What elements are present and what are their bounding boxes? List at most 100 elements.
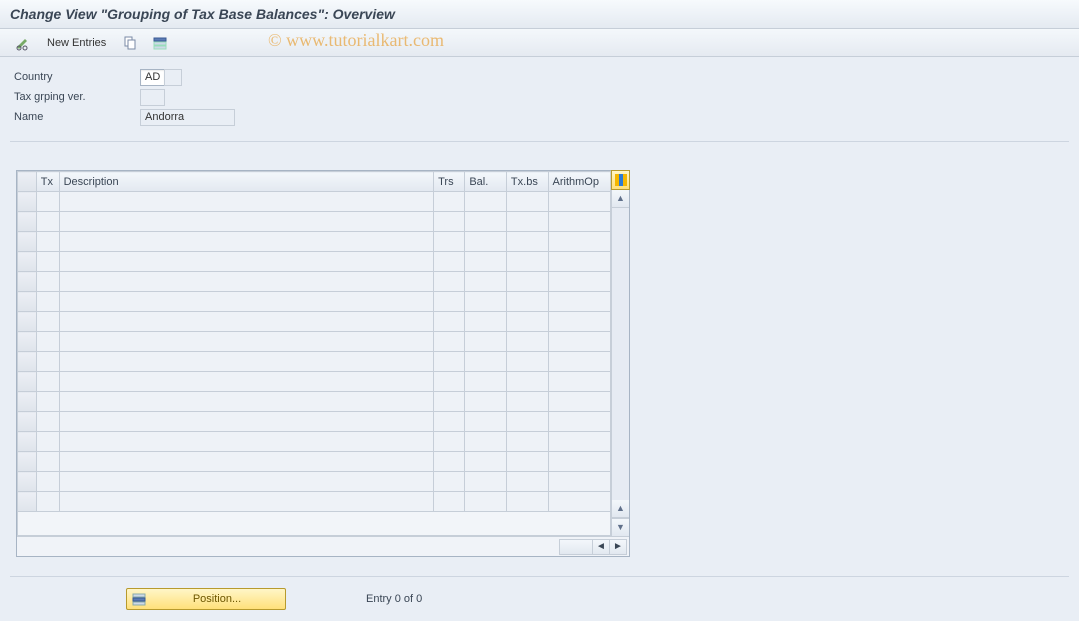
cell[interactable] bbox=[548, 452, 610, 472]
row-selector[interactable] bbox=[18, 232, 37, 252]
cell[interactable] bbox=[434, 192, 465, 212]
horizontal-scrollbar[interactable] bbox=[559, 539, 593, 555]
cell[interactable] bbox=[465, 312, 507, 332]
cell[interactable] bbox=[36, 272, 59, 292]
row-selector[interactable] bbox=[18, 412, 37, 432]
cell[interactable] bbox=[59, 392, 434, 412]
scroll-down-button[interactable]: ▼ bbox=[612, 518, 629, 536]
cell[interactable] bbox=[434, 252, 465, 272]
cell[interactable] bbox=[506, 432, 548, 452]
cell[interactable] bbox=[434, 492, 465, 512]
cell[interactable] bbox=[548, 292, 610, 312]
cell[interactable] bbox=[465, 192, 507, 212]
cell[interactable] bbox=[548, 232, 610, 252]
cell[interactable] bbox=[59, 292, 434, 312]
row-selector[interactable] bbox=[18, 452, 37, 472]
position-button[interactable]: Position... bbox=[126, 588, 286, 610]
cell[interactable] bbox=[36, 392, 59, 412]
row-selector[interactable] bbox=[18, 252, 37, 272]
cell[interactable] bbox=[465, 272, 507, 292]
cell[interactable] bbox=[36, 332, 59, 352]
row-selector[interactable] bbox=[18, 372, 37, 392]
cell[interactable] bbox=[465, 472, 507, 492]
col-description[interactable]: Description bbox=[59, 172, 434, 192]
cell[interactable] bbox=[506, 352, 548, 372]
cell[interactable] bbox=[465, 452, 507, 472]
row-selector[interactable] bbox=[18, 212, 37, 232]
row-selector[interactable] bbox=[18, 432, 37, 452]
col-txbs[interactable]: Tx.bs bbox=[506, 172, 548, 192]
cell[interactable] bbox=[36, 372, 59, 392]
cell[interactable] bbox=[506, 232, 548, 252]
country-search-help[interactable] bbox=[164, 69, 182, 86]
cell[interactable] bbox=[59, 232, 434, 252]
row-selector[interactable] bbox=[18, 292, 37, 312]
cell[interactable] bbox=[506, 292, 548, 312]
scroll-up-button[interactable]: ▲ bbox=[612, 190, 629, 208]
cell[interactable] bbox=[59, 332, 434, 352]
cell[interactable] bbox=[548, 472, 610, 492]
cell[interactable] bbox=[506, 372, 548, 392]
row-selector[interactable] bbox=[18, 472, 37, 492]
cell[interactable] bbox=[36, 212, 59, 232]
cell[interactable] bbox=[465, 392, 507, 412]
cell[interactable] bbox=[434, 472, 465, 492]
cell[interactable] bbox=[506, 452, 548, 472]
cell[interactable] bbox=[465, 352, 507, 372]
cell[interactable] bbox=[36, 472, 59, 492]
country-field[interactable]: AD bbox=[140, 69, 165, 86]
cell[interactable] bbox=[506, 412, 548, 432]
cell[interactable] bbox=[59, 492, 434, 512]
cell[interactable] bbox=[434, 272, 465, 292]
cell[interactable] bbox=[59, 272, 434, 292]
cell[interactable] bbox=[506, 392, 548, 412]
cell[interactable] bbox=[36, 412, 59, 432]
col-bal[interactable]: Bal. bbox=[465, 172, 507, 192]
cell[interactable] bbox=[548, 272, 610, 292]
scroll-up2-button[interactable]: ▲ bbox=[612, 500, 629, 518]
row-selector[interactable] bbox=[18, 312, 37, 332]
cell[interactable] bbox=[465, 252, 507, 272]
cell[interactable] bbox=[59, 432, 434, 452]
cell[interactable] bbox=[434, 312, 465, 332]
vertical-scrollbar[interactable] bbox=[612, 208, 629, 500]
cell[interactable] bbox=[548, 352, 610, 372]
cell[interactable] bbox=[434, 432, 465, 452]
cell[interactable] bbox=[548, 392, 610, 412]
cell[interactable] bbox=[548, 432, 610, 452]
cell[interactable] bbox=[36, 292, 59, 312]
cell[interactable] bbox=[506, 472, 548, 492]
cell[interactable] bbox=[434, 292, 465, 312]
copy-as-button[interactable] bbox=[117, 33, 143, 53]
col-trs[interactable]: Trs bbox=[434, 172, 465, 192]
cell[interactable] bbox=[548, 212, 610, 232]
delete-button[interactable] bbox=[147, 33, 173, 53]
cell[interactable] bbox=[36, 232, 59, 252]
cell[interactable] bbox=[59, 192, 434, 212]
row-selector[interactable] bbox=[18, 332, 37, 352]
row-selector[interactable] bbox=[18, 272, 37, 292]
cell[interactable] bbox=[465, 232, 507, 252]
cell[interactable] bbox=[434, 212, 465, 232]
cell[interactable] bbox=[548, 312, 610, 332]
cell[interactable] bbox=[434, 232, 465, 252]
cell[interactable] bbox=[465, 332, 507, 352]
cell[interactable] bbox=[434, 332, 465, 352]
cell[interactable] bbox=[548, 252, 610, 272]
cell[interactable] bbox=[36, 452, 59, 472]
cell[interactable] bbox=[548, 412, 610, 432]
cell[interactable] bbox=[548, 192, 610, 212]
cell[interactable] bbox=[59, 352, 434, 372]
cell[interactable] bbox=[434, 392, 465, 412]
cell[interactable] bbox=[548, 372, 610, 392]
cell[interactable] bbox=[434, 352, 465, 372]
row-selector[interactable] bbox=[18, 352, 37, 372]
cell[interactable] bbox=[59, 412, 434, 432]
col-arithmop[interactable]: ArithmOp bbox=[548, 172, 610, 192]
cell[interactable] bbox=[465, 372, 507, 392]
cell[interactable] bbox=[36, 492, 59, 512]
cell[interactable] bbox=[36, 192, 59, 212]
cell[interactable] bbox=[59, 252, 434, 272]
row-selector[interactable] bbox=[18, 492, 37, 512]
cell[interactable] bbox=[465, 212, 507, 232]
